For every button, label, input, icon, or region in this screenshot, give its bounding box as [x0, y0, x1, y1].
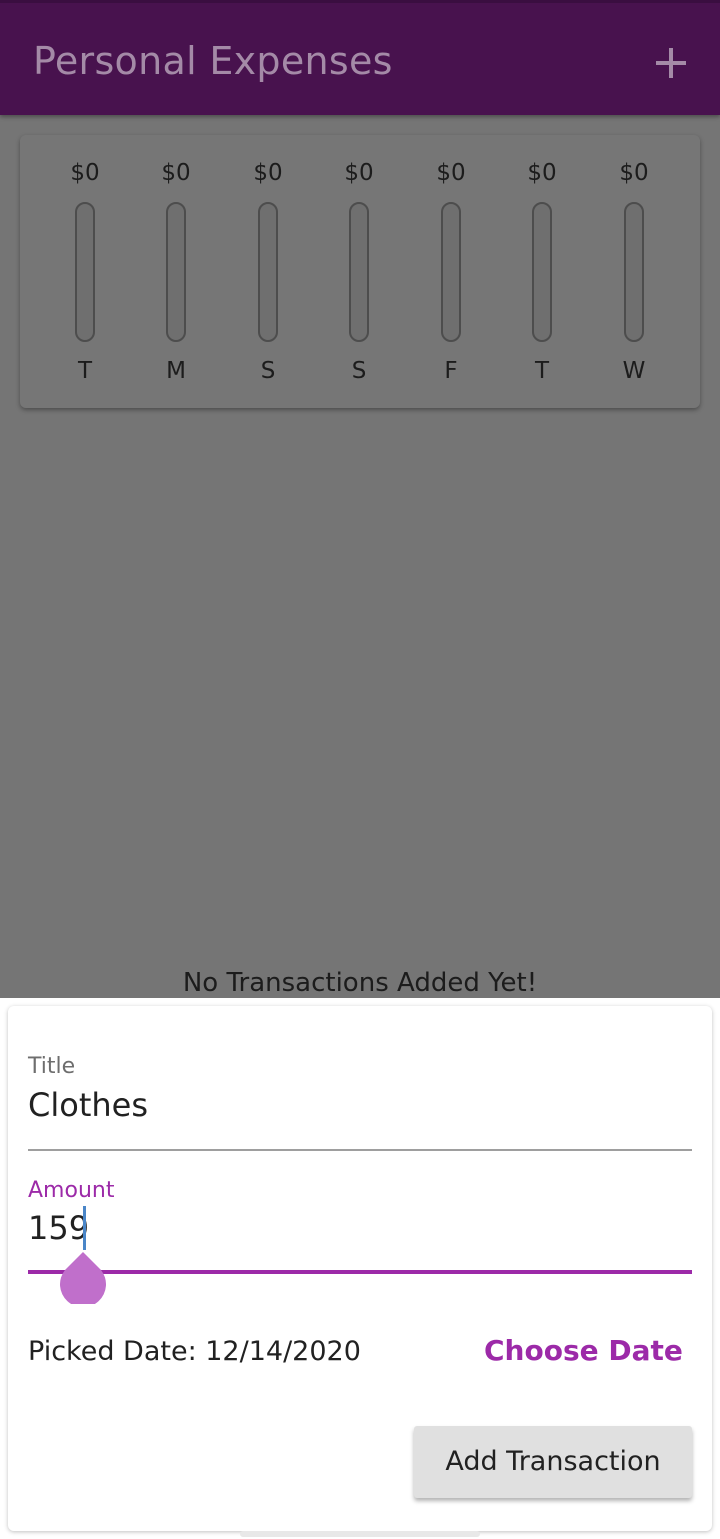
app-title: Personal Expenses — [33, 39, 393, 83]
bar-track — [532, 202, 552, 342]
new-transaction-form: Title Clothes Amount 159 Picked Date: 12… — [8, 1006, 712, 1531]
chart-bar-column: $0 S — [228, 135, 308, 408]
title-field-label: Title — [28, 1054, 76, 1079]
chart-bar-column: $0 F — [411, 135, 491, 408]
choose-date-button[interactable]: Choose Date — [484, 1334, 683, 1367]
bar-track — [349, 202, 369, 342]
app-bar: Personal Expenses — [0, 0, 720, 115]
amount-field-underline — [28, 1270, 692, 1274]
bar-day-label: T — [77, 358, 93, 384]
bar-amount-label: $0 — [253, 160, 283, 186]
bar-amount-label: $0 — [436, 160, 466, 186]
chart-bar-column: $0 T — [502, 135, 582, 408]
bar-track — [258, 202, 278, 342]
title-field-underline — [28, 1149, 692, 1151]
gesture-nav-handle[interactable] — [240, 1531, 480, 1537]
bar-amount-label: $0 — [70, 160, 100, 186]
picked-date-text: Picked Date: 12/14/2020 — [28, 1336, 361, 1367]
bar-track — [624, 202, 644, 342]
new-transaction-sheet: Title Clothes Amount 159 Picked Date: 12… — [0, 998, 720, 1539]
title-field[interactable]: Clothes — [28, 1086, 148, 1124]
weekly-chart-card: $0 T $0 M $0 S $0 S $0 F $0 T $0 W — [20, 135, 700, 408]
bar-day-label: S — [351, 358, 367, 384]
cursor-handle-icon[interactable] — [60, 1252, 106, 1304]
bar-track — [166, 202, 186, 342]
chart-bar-column: $0 W — [594, 135, 674, 408]
bar-day-label: S — [260, 358, 276, 384]
bar-day-label: W — [622, 358, 646, 384]
bar-day-label: F — [444, 358, 458, 384]
bar-amount-label: $0 — [161, 160, 191, 186]
amount-field-label: Amount — [28, 1178, 115, 1203]
empty-transactions-message: No Transactions Added Yet! — [182, 968, 538, 998]
bar-amount-label: $0 — [619, 160, 649, 186]
chart-bar-column: $0 M — [136, 135, 216, 408]
bar-day-label: M — [166, 358, 186, 384]
amount-field[interactable]: 159 — [28, 1209, 89, 1247]
text-cursor — [83, 1206, 86, 1250]
chart-bar-column: $0 S — [319, 135, 399, 408]
bar-amount-label: $0 — [344, 160, 374, 186]
add-transaction-button[interactable]: Add Transaction — [414, 1426, 692, 1498]
bar-track — [441, 202, 461, 342]
bar-amount-label: $0 — [527, 160, 557, 186]
bar-day-label: T — [534, 358, 550, 384]
chart-bar-column: $0 T — [45, 135, 125, 408]
bar-track — [75, 202, 95, 342]
plus-icon[interactable] — [652, 45, 690, 83]
